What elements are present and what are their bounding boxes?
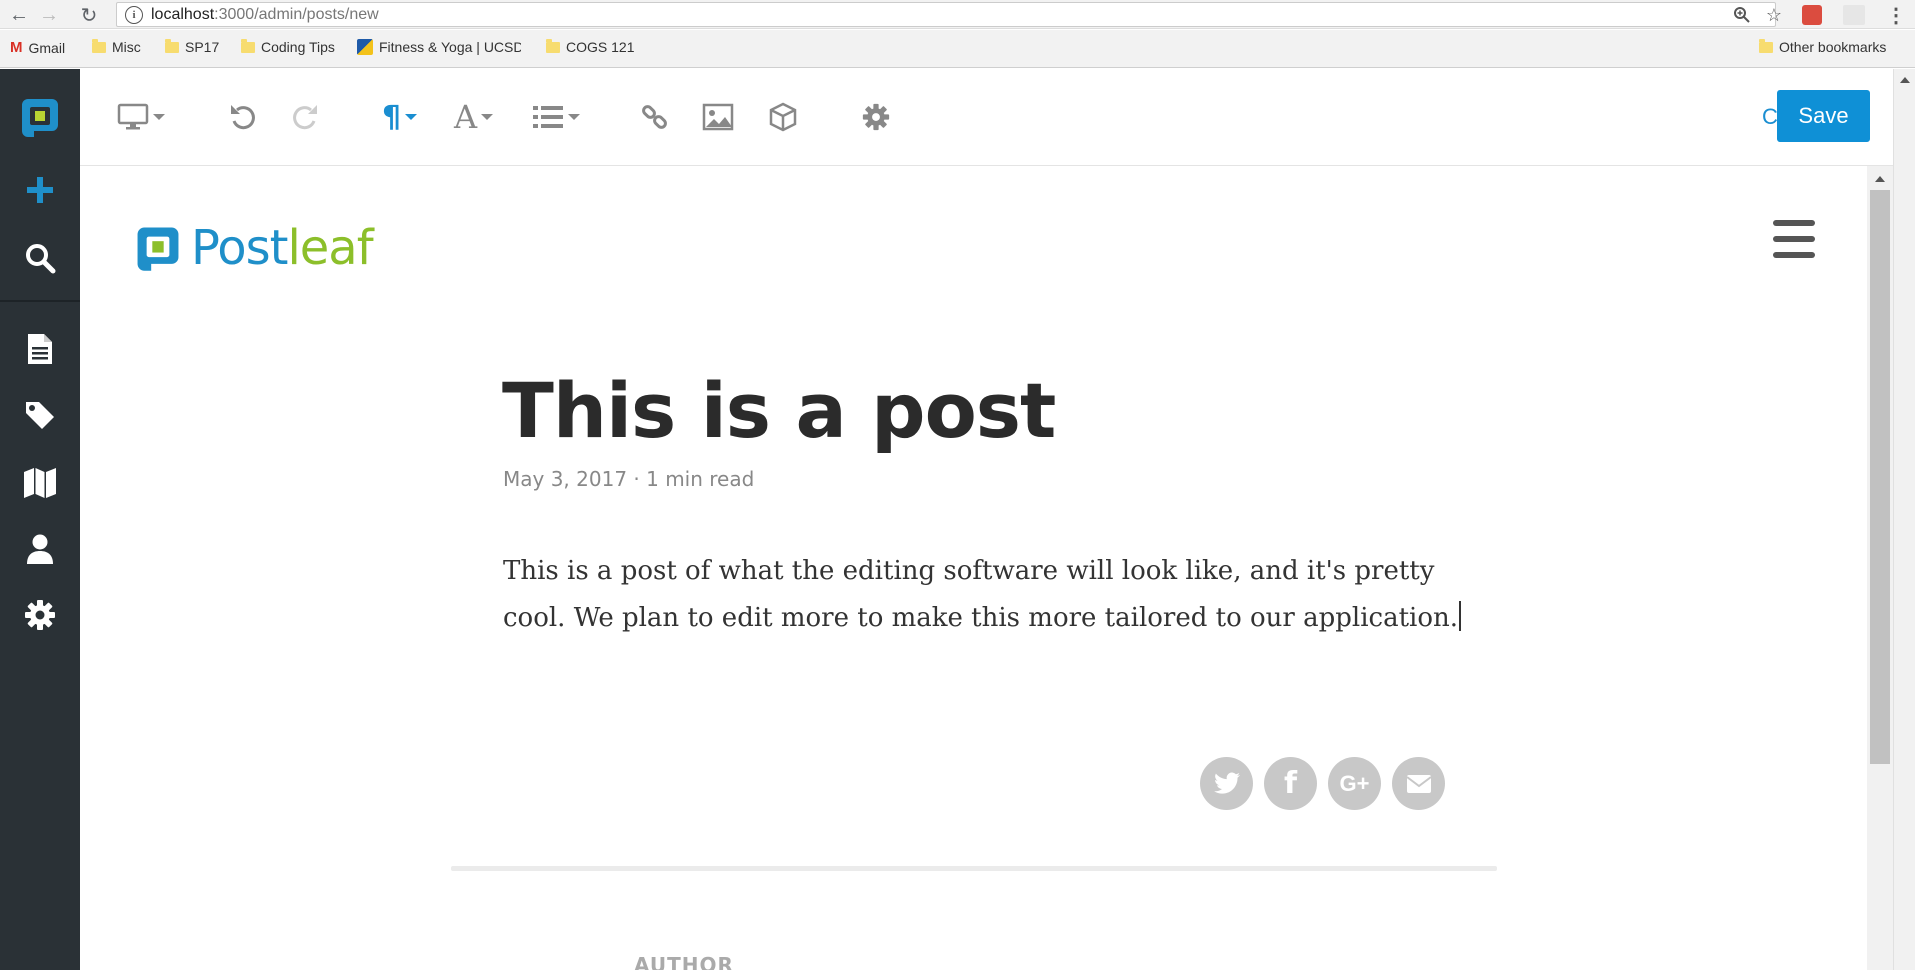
bookmark-star-icon[interactable]: ☆ [1762, 3, 1786, 27]
extension-icon[interactable] [1842, 3, 1866, 27]
folder-icon [92, 38, 106, 53]
folder-icon [546, 38, 560, 53]
preview-scroll-thumb[interactable] [1870, 190, 1890, 764]
document-icon[interactable] [0, 319, 80, 379]
url-path: :3000/admin/posts/new [214, 5, 379, 23]
bookmark-label: Coding Tips [261, 39, 335, 55]
post-meta: May 3, 2017 · 1 min read [503, 467, 755, 491]
ucsd-favicon-icon [357, 39, 373, 55]
link-icon[interactable] [640, 99, 670, 135]
author-section-label: AUTHOR [634, 953, 734, 970]
preview-device-dropdown[interactable] [117, 99, 165, 135]
logo-text: Postleaf [191, 220, 374, 276]
bookmark-cogs-121[interactable]: COGS 121 [546, 38, 635, 55]
folder-icon [165, 38, 179, 53]
gmail-icon: M [10, 39, 23, 56]
bookmark-sp17[interactable]: SP17 [165, 38, 220, 55]
font-icon: A [454, 98, 478, 136]
bookmark-label: COGS 121 [566, 39, 635, 55]
bookmarks-bar: M Gmail Misc SP17 Coding Tips Fitness & … [0, 30, 1915, 68]
info-icon[interactable]: i [125, 5, 143, 24]
post-preview-area: Postleaf This is a post May 3, 2017 · 1 … [80, 166, 1867, 970]
site-logo[interactable]: Postleaf [133, 220, 374, 276]
browser-address-bar: ← → ↻ i localhost:3000/admin/posts/new ☆… [0, 0, 1915, 29]
bookmark-gmail[interactable]: M Gmail [10, 39, 65, 56]
paragraph-icon: ¶ [382, 99, 402, 135]
font-dropdown[interactable]: A [454, 98, 494, 136]
content-divider [451, 866, 1497, 871]
twitter-share-icon[interactable] [1200, 757, 1253, 810]
bookmark-label: SP17 [185, 39, 220, 55]
bookmark-other[interactable]: Other bookmarks [1759, 38, 1887, 55]
bookmark-coding-tips[interactable]: Coding Tips [241, 38, 335, 55]
sidebar-divider [0, 300, 80, 302]
menu-dots-icon[interactable]: ⋮ [1884, 3, 1908, 27]
list-dropdown[interactable] [532, 99, 580, 135]
chevron-down-icon [568, 114, 580, 120]
google-plus-share-icon[interactable]: G+ [1328, 757, 1381, 810]
post-body-text: This is a post of what the editing softw… [503, 556, 1459, 633]
paragraph-dropdown[interactable]: ¶ [382, 99, 418, 135]
folder-icon [241, 38, 255, 53]
postleaf-logo-icon [137, 227, 179, 271]
image-icon[interactable] [702, 99, 734, 135]
bookmark-misc[interactable]: Misc [92, 38, 141, 55]
chevron-down-icon [405, 114, 418, 120]
scroll-up-arrow-icon[interactable] [1875, 176, 1885, 182]
post-title[interactable]: This is a post [502, 366, 1056, 455]
save-button[interactable]: Save [1777, 90, 1870, 142]
back-icon[interactable]: ← [6, 2, 32, 28]
editor-toolbar: ¶ A Cancel Save [80, 69, 1915, 166]
preview-scrollbar[interactable] [1867, 166, 1893, 970]
bookmark-label: Gmail [28, 39, 66, 56]
zoom-icon[interactable] [1730, 3, 1754, 27]
page-scroll-up-arrow-icon[interactable] [1900, 77, 1910, 83]
page-scrollbar[interactable] [1893, 69, 1915, 970]
settings-gear-icon[interactable] [862, 99, 890, 135]
chevron-down-icon [481, 114, 494, 120]
folder-icon [1759, 38, 1773, 53]
admin-sidebar [0, 69, 80, 970]
search-icon[interactable] [0, 228, 80, 288]
postleaf-logo-icon[interactable] [0, 87, 80, 147]
hamburger-menu-icon[interactable] [1773, 220, 1815, 258]
post-body-editor[interactable]: This is a post of what the editing softw… [503, 548, 1483, 642]
user-icon[interactable] [0, 519, 80, 579]
undo-icon[interactable] [228, 99, 258, 135]
monitor-icon [117, 103, 149, 130]
plus-icon[interactable] [0, 160, 80, 220]
tag-icon[interactable] [0, 385, 80, 445]
reload-icon[interactable]: ↻ [76, 2, 102, 28]
list-icon [533, 106, 563, 128]
forward-icon[interactable]: → [36, 2, 62, 28]
chevron-down-icon [153, 114, 165, 120]
bookmark-label: Fitness & Yoga | UCSD [379, 39, 521, 55]
redo-icon[interactable] [290, 99, 320, 135]
map-icon[interactable] [0, 452, 80, 512]
gear-icon[interactable] [0, 585, 80, 645]
url-field[interactable]: i localhost:3000/admin/posts/new [116, 2, 1776, 27]
bookmark-fitness-yoga[interactable]: Fitness & Yoga | UCSD [357, 39, 521, 55]
facebook-share-icon[interactable]: f [1264, 757, 1317, 810]
text-cursor [1459, 601, 1462, 631]
email-share-icon[interactable] [1392, 757, 1445, 810]
bookmark-label: Other bookmarks [1779, 39, 1887, 55]
embed-cube-icon[interactable] [768, 99, 798, 135]
todoist-extension-icon[interactable] [1800, 3, 1824, 27]
url-host: localhost [151, 5, 215, 23]
bookmark-label: Misc [112, 39, 141, 55]
